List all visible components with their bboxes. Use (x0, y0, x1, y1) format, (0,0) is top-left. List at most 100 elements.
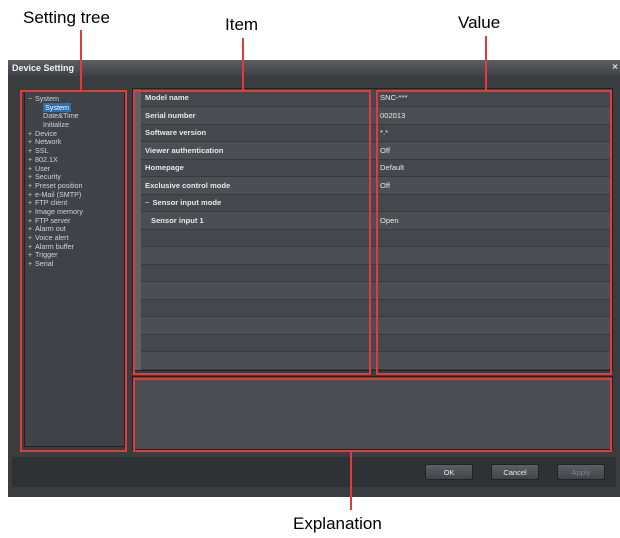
tree-item-label: User (35, 163, 51, 173)
grid-item-label: Sensor input 1 (151, 215, 204, 225)
grid-item-cell: Serial number (145, 107, 196, 124)
grid-item-label: Homepage (145, 163, 184, 172)
grid-row[interactable]: Serial number 002013 (141, 106, 612, 125)
grid-item-cell: Exclusive control mode (145, 177, 230, 194)
dialog-titlebar: Device Setting × (8, 60, 620, 76)
column-divider (376, 334, 378, 351)
grid-item-cell: Homepage (145, 159, 184, 176)
tree-item[interactable]: Date&Time (25, 112, 124, 121)
grid-item-cell: Model name (145, 89, 189, 106)
column-divider (376, 351, 378, 369)
grid-value-cell[interactable]: 002013 (380, 107, 405, 124)
tree-item-label: Date&Time (43, 111, 79, 121)
column-divider (376, 264, 378, 281)
column-divider (376, 299, 378, 316)
grid-row-header-bar (133, 89, 141, 370)
setting-tree[interactable]: − System System Date&Time Initialize + Device +… (24, 91, 125, 447)
column-divider (376, 246, 378, 264)
grid-row[interactable]: Sensor input 1 Open (141, 211, 612, 230)
callout-setting-tree: Setting tree (23, 8, 110, 27)
grid-row[interactable] (141, 316, 612, 335)
column-divider (376, 229, 378, 246)
grid-row[interactable] (141, 299, 612, 317)
grid-item-label: Model name (145, 93, 189, 102)
tree-item-label: Initialize (43, 120, 69, 130)
tree-item-label: Device (35, 128, 57, 138)
grid-row[interactable]: Homepage Default (141, 159, 612, 177)
column-divider (376, 316, 378, 334)
grid-row[interactable] (141, 229, 612, 247)
grid-value-cell[interactable]: Default (380, 159, 404, 176)
callout-line-explanation (350, 452, 352, 510)
tree-item-label: e-Mail (SMTP) (35, 189, 82, 199)
collapse-icon[interactable]: − (145, 198, 149, 207)
grid-value-cell[interactable]: Open (380, 212, 399, 229)
grid-row[interactable] (141, 351, 612, 370)
apply-button[interactable]: Apply (557, 464, 605, 480)
grid-item-cell: Sensor input 1 (151, 212, 204, 229)
grid-row[interactable]: − Sensor input mode (141, 194, 612, 212)
grid-value-cell[interactable]: Off (380, 177, 390, 194)
tree-item-label: 802.1X (35, 154, 58, 164)
tree-item[interactable]: − System (25, 94, 124, 104)
grid-value-cell[interactable]: Off (380, 142, 390, 159)
tree-item-label: Alarm buffer (35, 241, 75, 251)
grid-value-cell[interactable]: SNC-*** (380, 89, 407, 106)
callout-value: Value (458, 13, 501, 32)
grid-row[interactable]: Exclusive control mode Off (141, 176, 612, 195)
tree-item-label: Alarm out (35, 224, 66, 234)
close-icon[interactable]: × (612, 60, 618, 76)
callout-line-item (242, 38, 244, 90)
column-divider (376, 159, 378, 176)
column-divider (376, 124, 378, 141)
grid-row[interactable] (141, 246, 612, 265)
grid-row[interactable] (141, 334, 612, 352)
tree-item-label: Trigger (35, 250, 58, 260)
grid-row[interactable] (141, 281, 612, 300)
dialog-title: Device Setting (12, 63, 75, 73)
tree-item-label: System (35, 94, 59, 103)
cancel-button[interactable]: Cancel (491, 464, 539, 480)
column-divider (376, 106, 378, 124)
dialog-footer: OK Cancel Apply (12, 457, 616, 487)
callout-line-setting-tree (80, 30, 82, 90)
grid-item-label: Serial number (145, 110, 196, 120)
grid-item-cell: Software version (145, 124, 206, 141)
grid-item-label: Viewer authentication (145, 145, 224, 155)
column-divider (376, 211, 378, 229)
column-divider (376, 176, 378, 194)
column-divider (376, 141, 378, 159)
tree-item[interactable]: + Serial (25, 259, 124, 270)
expand-icon[interactable]: + (28, 261, 35, 270)
grid-item-label: Software version (145, 128, 207, 137)
tree-item-label: SSL (35, 146, 49, 156)
tree-item-label: Image memory (35, 206, 83, 216)
tree-item-label: FTP client (35, 198, 68, 208)
tree-item-label: Serial (35, 259, 54, 269)
grid-item-label: Exclusive control mode (145, 180, 231, 190)
column-divider (376, 281, 378, 299)
tree-item-label: Network (35, 137, 62, 147)
explanation-panel (132, 376, 613, 450)
callout-item: Item (225, 15, 259, 34)
ok-button[interactable]: OK (425, 464, 473, 480)
grid-row[interactable] (141, 264, 612, 282)
grid-row[interactable]: Viewer authentication Off (141, 141, 612, 160)
grid-item-cell: − Sensor input mode (145, 194, 221, 211)
grid-item-cell: Viewer authentication (145, 142, 223, 159)
tree-item-label: Voice alert (35, 233, 69, 242)
grid-item-label: Sensor input mode (152, 198, 222, 207)
settings-grid: Model name SNC-*** Serial number 002013 Soft… (132, 88, 613, 371)
grid-value-cell[interactable]: *.* (380, 124, 388, 141)
column-divider (376, 194, 378, 211)
grid-row[interactable]: Software version *.* (141, 124, 612, 142)
grid-row[interactable]: Model name SNC-*** (141, 89, 612, 107)
tree-item-label: FTP server (35, 215, 71, 225)
tree-item-label: Security (35, 172, 61, 182)
device-setting-dialog: Device Setting × − System System Date&Time I… (8, 60, 620, 497)
column-divider (376, 89, 378, 106)
callout-line-value (485, 36, 487, 90)
tree-item-label: System (43, 102, 71, 112)
callout-explanation: Explanation (293, 514, 382, 533)
tree-item-label: Preset position (35, 180, 83, 190)
